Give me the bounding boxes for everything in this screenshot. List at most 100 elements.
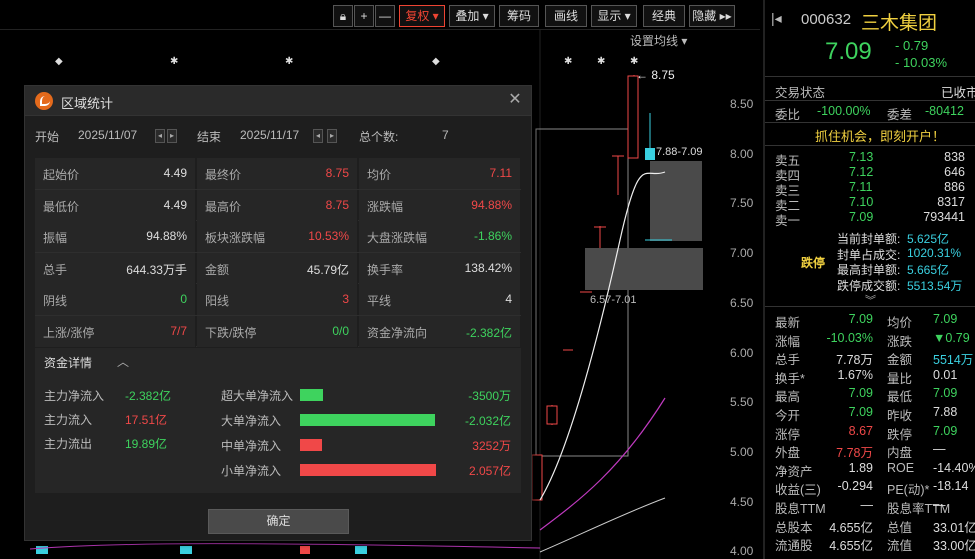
collapse-chevron-icon[interactable]: ︿	[117, 353, 129, 370]
last-price: 7.09	[825, 38, 872, 65]
fund-flow-value: 17.51亿	[125, 413, 168, 427]
funds-detail: 资金详情 ︿ 主力净流入 -2.382亿 主力流入 17.51亿 主力流出 19.89亿 超…	[35, 348, 521, 493]
close-icon[interactable]: ✕	[507, 91, 523, 109]
volume-bar	[36, 546, 48, 554]
quote-detail-value: -14.40%	[933, 460, 975, 475]
quote-detail-row: 涨停 8.67 跌停 7.09	[765, 424, 975, 442]
quote-detail-label: 总值	[887, 520, 913, 535]
ask-level-price: 7.10	[849, 195, 874, 209]
quote-detail-row: 股息TTM — 股息率TTM —	[765, 498, 975, 516]
limit-info-value: 5513.54万	[907, 278, 963, 293]
start-prev-button[interactable]: ◂	[155, 129, 165, 143]
ask-level-price: 7.12	[849, 165, 874, 179]
quote-detail-value: -0.294	[837, 479, 873, 494]
dialog-titlebar[interactable]: 区域统计 ✕	[25, 86, 531, 116]
stats-value: 3	[342, 292, 349, 306]
ask-level-volume: 646	[944, 165, 965, 179]
separator	[765, 122, 975, 123]
stock-code: 000632	[801, 11, 852, 28]
stats-cell: 下跌/跌停 0/0	[197, 315, 358, 347]
event-marker[interactable]: ✱	[170, 56, 178, 67]
candle	[546, 405, 558, 425]
end-prev-button[interactable]: ◂	[313, 129, 323, 143]
quote-detail-label: 均价	[887, 316, 913, 330]
event-marker[interactable]: ◆	[55, 56, 63, 67]
stock-name: 三木集团	[861, 13, 938, 34]
classic-button[interactable]: 经典	[643, 5, 685, 27]
stats-label: 最低价	[43, 199, 80, 214]
ask-level-volume: 8317	[937, 195, 965, 209]
quote-detail-value: 4.655亿	[829, 520, 873, 535]
stats-label: 总手	[43, 262, 68, 277]
volume-bar	[300, 546, 310, 554]
start-next-button[interactable]: ▸	[167, 129, 177, 143]
stats-cell: 最低价 4.49	[35, 189, 196, 221]
stats-cell: 上涨/涨停 7/7	[35, 315, 196, 347]
stats-label: 大盘涨跌幅	[367, 231, 428, 245]
quote-detail-label: 金额	[887, 353, 913, 368]
separator	[765, 306, 975, 307]
stats-cell: 总手 644.33万手	[35, 252, 196, 284]
set-ma-button[interactable]: 设置均线 ▾	[630, 32, 687, 49]
set-ma-label: 设置均线	[630, 34, 679, 48]
fund-flow-label: 主力流出	[44, 437, 93, 451]
start-date[interactable]: 2025/11/07	[78, 128, 137, 142]
limit-info-row: 封单占成交: 1020.31%	[765, 246, 975, 263]
stats-value: 7.11	[489, 166, 512, 180]
quote-detail-value: -10.03%	[826, 330, 873, 345]
trade-status-row: 交易状态 已收市	[765, 82, 975, 100]
limit-info-row: 最高封单额: 5.665亿	[765, 261, 975, 278]
prev-stock-icon[interactable]: |◂	[771, 10, 782, 27]
end-next-button[interactable]: ▸	[327, 129, 337, 143]
highlight-marker	[645, 148, 655, 160]
confirm-button[interactable]: 确定	[208, 509, 349, 534]
stats-label: 板块涨跌幅	[205, 231, 266, 245]
end-date[interactable]: 2025/11/17	[240, 128, 299, 142]
quote-detail-value: 7.09	[848, 312, 873, 326]
event-marker[interactable]: ✱	[630, 56, 638, 67]
adjust-price-button[interactable]: 复权 ▾	[399, 5, 445, 27]
quote-detail-label: PE(动)*	[887, 483, 930, 498]
hide-button[interactable]: 隐藏 ▸▸	[689, 5, 735, 27]
ma-line-20	[539, 497, 666, 553]
quote-detail-row: 涨幅 -10.03% 涨跌 ▼0.79	[765, 330, 975, 349]
zoom-out-button[interactable]: —	[375, 5, 395, 27]
stats-label: 均价	[367, 168, 392, 182]
quote-detail-label: 内盘	[887, 446, 913, 461]
display-label: 显示	[597, 9, 622, 23]
lock-icon[interactable]: 🔒︎	[333, 5, 353, 27]
order-flow-label: 大单净流入	[221, 414, 282, 428]
chip-range-label-2: 6.57-7.01	[590, 294, 637, 306]
ask-level-volume: 886	[944, 180, 965, 194]
quote-detail-value: ▼0.79	[933, 330, 970, 345]
draw-line-button[interactable]: 画线	[545, 5, 587, 27]
ask-level-row[interactable]: 卖一 7.09 793441	[765, 210, 975, 228]
quote-detail-label: 涨停	[775, 427, 801, 442]
stats-label: 下跌/跌停	[205, 325, 257, 340]
event-marker[interactable]: ✱	[564, 56, 572, 67]
quote-detail-row: 净资产 1.89 ROE -14.40%	[765, 460, 975, 479]
stats-value: -1.86%	[473, 229, 512, 243]
overlay-button[interactable]: 叠加 ▾	[449, 5, 495, 27]
stats-label: 资金净流向	[367, 325, 428, 340]
dialog-title: 区域统计	[61, 96, 114, 111]
display-button[interactable]: 显示 ▾	[591, 5, 637, 27]
high-price-label: ← 8.75	[636, 68, 675, 82]
quote-detail-row: 最高 7.09 最低 7.09	[765, 386, 975, 404]
quote-detail-label: 量比	[887, 371, 913, 386]
chip-box-lower	[585, 248, 703, 290]
order-flow-value: -3500万	[468, 389, 511, 403]
open-account-link[interactable]: 抓住机会，即刻开户！	[815, 126, 945, 145]
event-marker[interactable]: ✱	[285, 56, 293, 67]
quote-detail-label: 收益(三)	[775, 483, 821, 498]
event-marker[interactable]: ◆	[432, 56, 440, 67]
quote-detail-label: 昨收	[887, 409, 913, 423]
quote-detail-value: 7.09	[848, 386, 873, 401]
stats-cell: 涨跌幅 94.88%	[359, 189, 521, 221]
chips-button[interactable]: 筹码	[499, 5, 539, 27]
zoom-in-button[interactable]: +	[354, 5, 374, 27]
trade-status-value: 已收市	[941, 86, 975, 100]
stats-cell: 最高价 8.75	[197, 189, 358, 221]
quote-detail-value: 7.78万	[836, 353, 873, 368]
event-marker[interactable]: ✱	[597, 56, 605, 67]
